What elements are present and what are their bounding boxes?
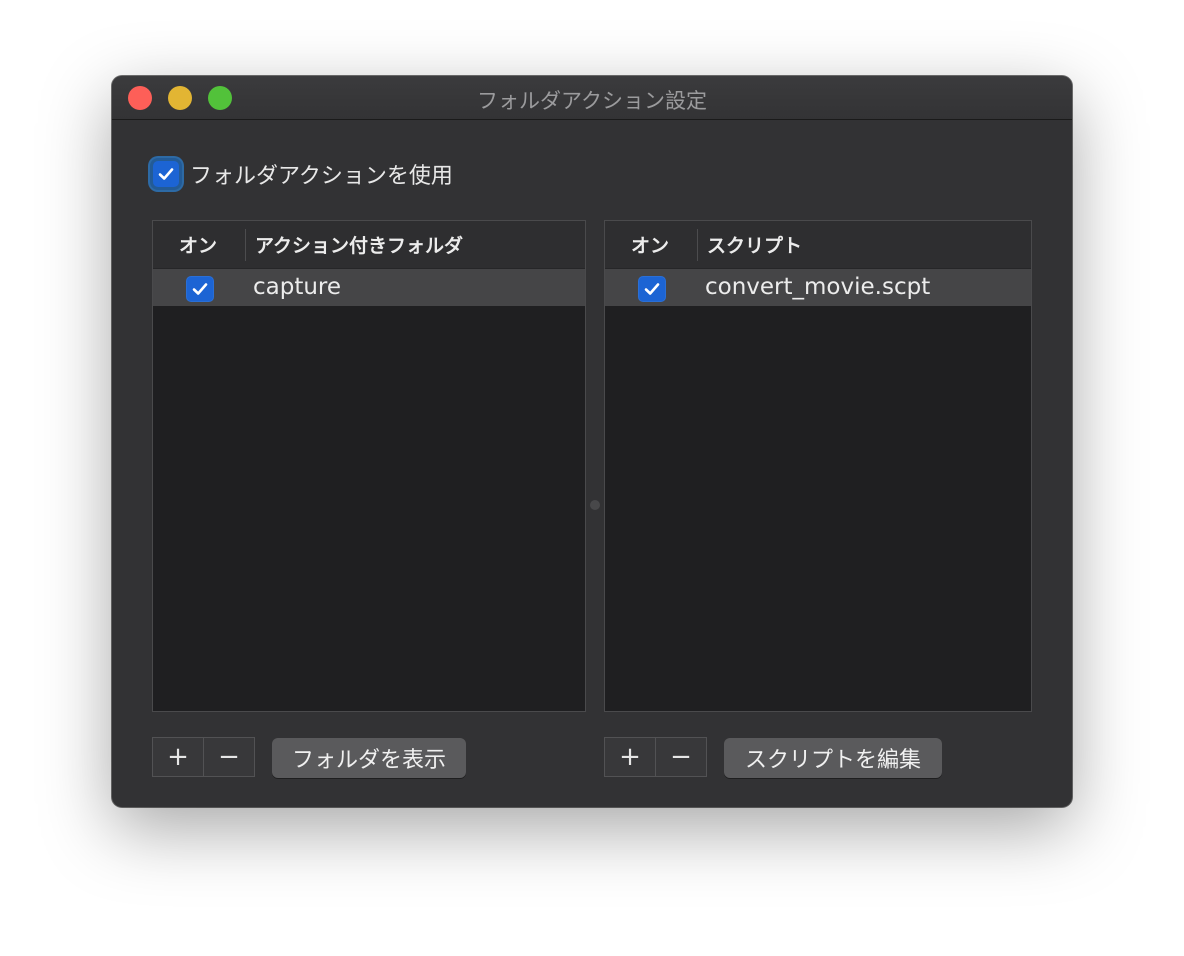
column-header-on[interactable]: オン [179,231,217,258]
folders-table-header: オン アクション付きフォルダ [153,221,585,269]
scripts-table[interactable]: オン スクリプト convert_movie.scpt [604,220,1032,712]
use-folder-actions-row[interactable]: フォルダアクションを使用 [150,156,453,192]
checkmark-icon [158,168,174,180]
folder-name: capture [253,274,342,300]
use-folder-actions-checkbox[interactable] [150,158,182,190]
add-script-button[interactable]: + [605,738,655,776]
scripts-table-header: オン スクリプト [605,221,1031,269]
folders-table[interactable]: オン アクション付きフォルダ capture [152,220,586,712]
script-name: convert_movie.scpt [705,274,931,300]
remove-folder-button[interactable]: − [203,738,254,776]
column-separator[interactable] [245,229,246,261]
folder-add-remove-control: + − [152,737,255,777]
column-header-on[interactable]: オン [631,231,669,258]
column-header-script[interactable]: スクリプト [707,231,802,258]
show-folder-button[interactable]: フォルダを表示 [272,738,466,778]
window-title: フォルダアクション設定 [477,89,707,113]
column-header-folder[interactable]: アクション付きフォルダ [255,231,463,258]
use-folder-actions-label: フォルダアクションを使用 [190,164,453,189]
script-enabled-checkbox[interactable] [638,276,666,302]
title-bar[interactable]: フォルダアクション設定 [112,76,1072,120]
checkmark-icon [644,283,660,295]
folder-actions-window: フォルダアクション設定 フォルダアクションを使用 オン アクション付きフォルダ … [112,76,1072,807]
add-folder-button[interactable]: + [153,738,203,776]
checkmark-icon [192,283,208,295]
table-row[interactable]: convert_movie.scpt [605,269,1031,306]
split-view-divider-handle[interactable] [590,500,600,510]
column-separator[interactable] [697,229,698,261]
remove-script-button[interactable]: − [655,738,706,776]
edit-script-button[interactable]: スクリプトを編集 [724,738,942,778]
script-add-remove-control: + − [604,737,707,777]
table-row[interactable]: capture [153,269,585,306]
folder-enabled-checkbox[interactable] [186,276,214,302]
